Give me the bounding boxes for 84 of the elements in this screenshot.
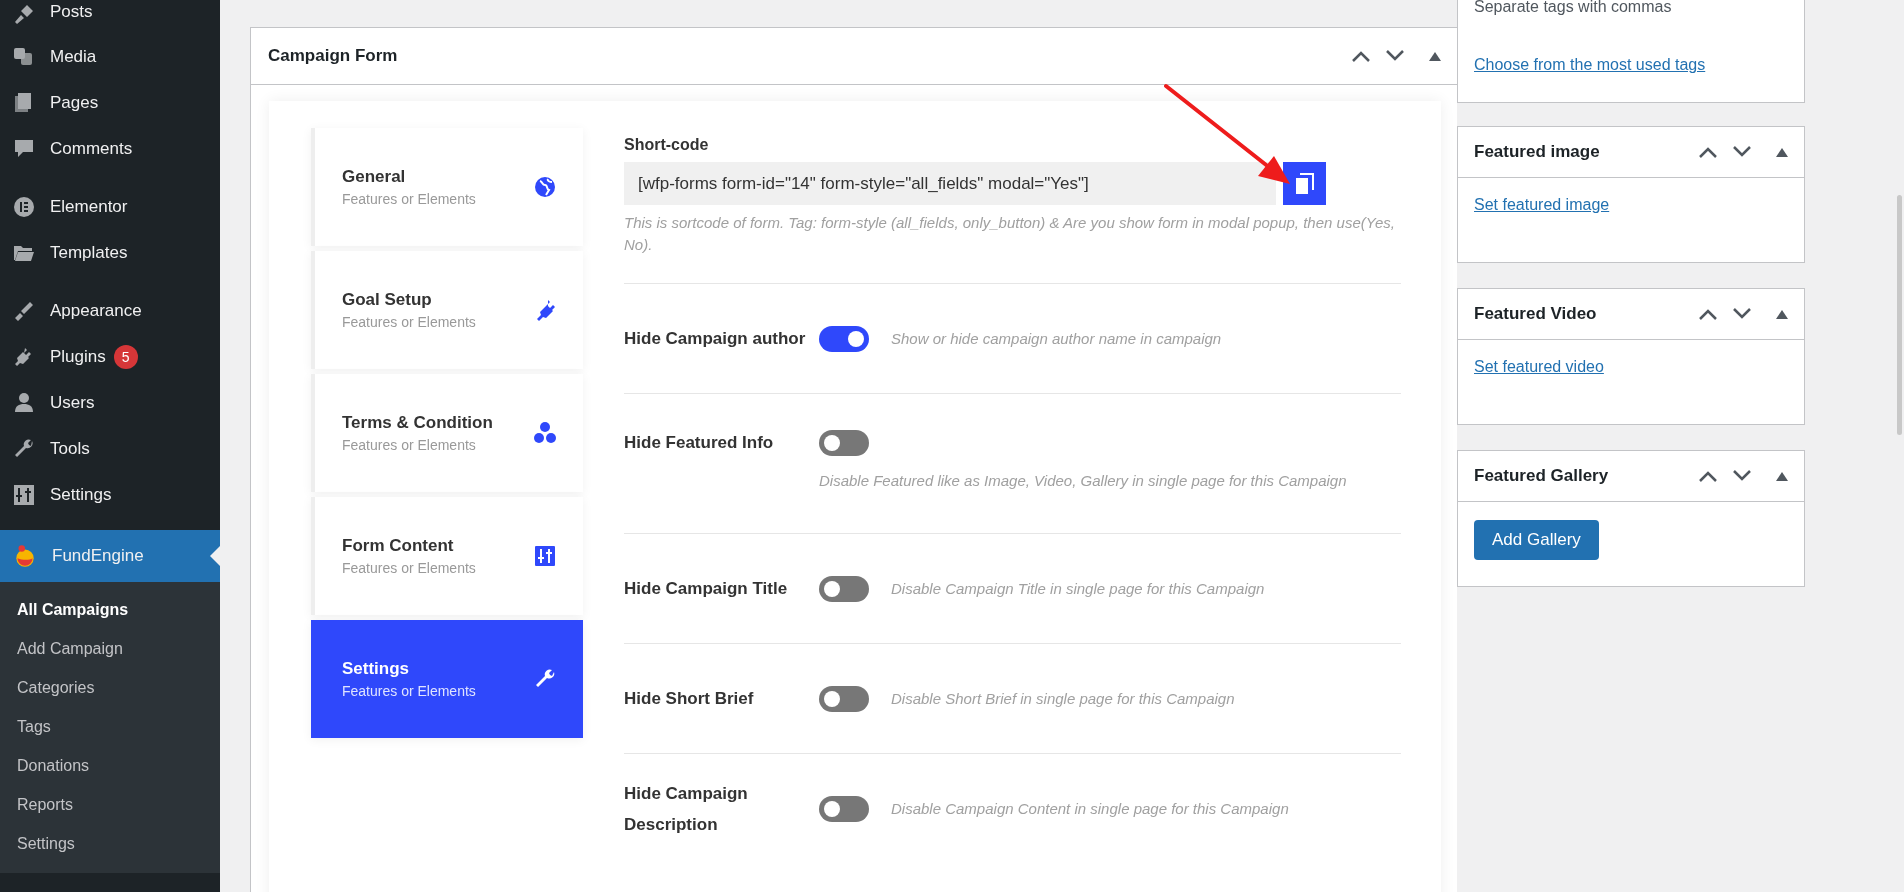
tab[interactable]: Form Content Features or Elements	[311, 497, 583, 615]
tab-subtitle: Features or Elements	[342, 560, 476, 576]
menu-item[interactable]: Templates	[0, 230, 220, 276]
tab-subtitle: Features or Elements	[342, 191, 476, 207]
tab-title: Terms & Condition	[342, 413, 493, 433]
tab-title: Goal Setup	[342, 290, 433, 310]
setting-label: Hide Featured Info	[624, 432, 775, 454]
submenu-item[interactable]: All Campaigns	[0, 590, 220, 629]
update-count-badge: 5	[113, 345, 138, 369]
chevron-up-icon	[1698, 145, 1718, 159]
sliders-icon	[12, 483, 36, 507]
action-link[interactable]: Set featured image	[1474, 196, 1610, 214]
setting-description: Disable Campaign Title in single page for this Campaign	[891, 580, 1265, 597]
tab[interactable]: Settings Features or Elements	[311, 620, 583, 738]
triangle-up-icon	[1429, 51, 1441, 61]
tab[interactable]: General Features or Elements	[311, 128, 583, 246]
pin-icon	[12, 2, 36, 26]
triangle-up-icon	[1776, 309, 1788, 319]
submenu-item[interactable]: Add Campaign	[0, 629, 220, 668]
menu-item[interactable]: Elementor	[0, 184, 220, 230]
chevron-up-icon	[1698, 469, 1718, 483]
tab[interactable]: Terms & Condition Features or Elements	[311, 374, 583, 492]
copy-button[interactable]	[1283, 162, 1326, 205]
toggle-switch[interactable]	[819, 685, 869, 712]
tab-subtitle: Features or Elements	[342, 314, 476, 330]
tags-link[interactable]: Choose from the most used tags	[1474, 56, 1706, 74]
help-text: This is sortcode of form. Tag: form-style (all_fields, only_button) & Are you show form in modal popup, then use(Yes, No).	[624, 213, 1396, 255]
setting-label: Hide Short Brief	[624, 688, 755, 710]
toggle-switch[interactable]	[819, 429, 869, 456]
panel-title: Campaign Form	[268, 46, 398, 66]
chevron-down-icon	[1732, 469, 1752, 483]
setting-label: Hide Campaign author	[624, 328, 807, 350]
setting-description: Disable Campaign Content in single page for this Campaign	[891, 800, 1289, 817]
menu-item[interactable]: Pages	[0, 80, 220, 126]
tab[interactable]: Goal Setup Features or Elements	[311, 251, 583, 369]
chevron-down-icon	[1732, 145, 1752, 159]
panel-title: Featured Video	[1474, 304, 1597, 324]
tab-subtitle: Features or Elements	[342, 437, 477, 453]
menu-item[interactable]: FundEngine	[0, 530, 220, 582]
submenu-item[interactable]: Donations	[0, 746, 220, 785]
tab-title: General	[342, 167, 407, 187]
panel-title: Featured Gallery	[1474, 466, 1609, 486]
chevron-down-icon	[1385, 49, 1405, 63]
menu-item[interactable]: Comments	[0, 126, 220, 172]
menu-item[interactable]: Media	[0, 34, 220, 80]
elementor-icon	[12, 195, 36, 219]
shortcode-field[interactable]: [wfp-forms form-id="14" form-style="all_fields" modal="Yes"]	[624, 162, 1276, 205]
field-label: Short-code	[624, 136, 710, 154]
menu-item[interactable]: Users	[0, 380, 220, 426]
submenu-item[interactable]: Categories	[0, 668, 220, 707]
toggle-switch[interactable]	[819, 575, 869, 602]
chevron-down-icon	[1732, 307, 1752, 321]
menu-item[interactable]: Plugins 5	[0, 334, 220, 380]
setting-description: Disable Short Brief in single page for this Campaign	[891, 690, 1235, 707]
user-icon	[12, 391, 36, 415]
setting-label: Hide Campaign Description	[624, 782, 749, 836]
three-dots-icon	[533, 421, 557, 445]
action-link[interactable]: Set featured video	[1474, 358, 1604, 376]
panel-title: Featured image	[1474, 142, 1600, 162]
chevron-up-icon	[1351, 49, 1371, 63]
menu-item[interactable]: Posts	[0, 0, 220, 34]
hint-text: Separate tags with commas	[1474, 0, 1673, 16]
submenu-item[interactable]: Reports	[0, 785, 220, 824]
tab-title: Settings	[342, 659, 411, 679]
globe-icon	[533, 175, 557, 199]
sliders-icon	[533, 544, 557, 568]
tab-subtitle: Features or Elements	[342, 683, 476, 699]
submenu-item[interactable]: Tags	[0, 707, 220, 746]
scrollbar-thumb[interactable]	[1897, 195, 1902, 435]
toggle-switch[interactable]	[819, 795, 869, 822]
setting-description: Disable Featured like as Image, Video, Gallery in single page for this Campaign	[818, 472, 1348, 489]
menu-item[interactable]: Appearance	[0, 288, 220, 334]
chevron-up-icon	[1698, 307, 1718, 321]
triangle-up-icon	[1776, 147, 1788, 157]
triangle-up-icon	[1776, 471, 1788, 481]
add-gallery-button[interactable]: Add Gallery	[1474, 520, 1599, 560]
menu-item[interactable]: Tools	[0, 426, 220, 472]
menu-item[interactable]: Settings	[0, 472, 220, 518]
toggle-switch[interactable]	[819, 325, 869, 352]
setting-label: Hide Campaign Title	[624, 578, 789, 600]
copy-icon	[1294, 172, 1315, 195]
tab-title: Form Content	[342, 536, 455, 556]
setting-description: Show or hide campaign author name in campaign	[891, 330, 1222, 347]
submenu-item[interactable]: Settings	[0, 824, 220, 863]
